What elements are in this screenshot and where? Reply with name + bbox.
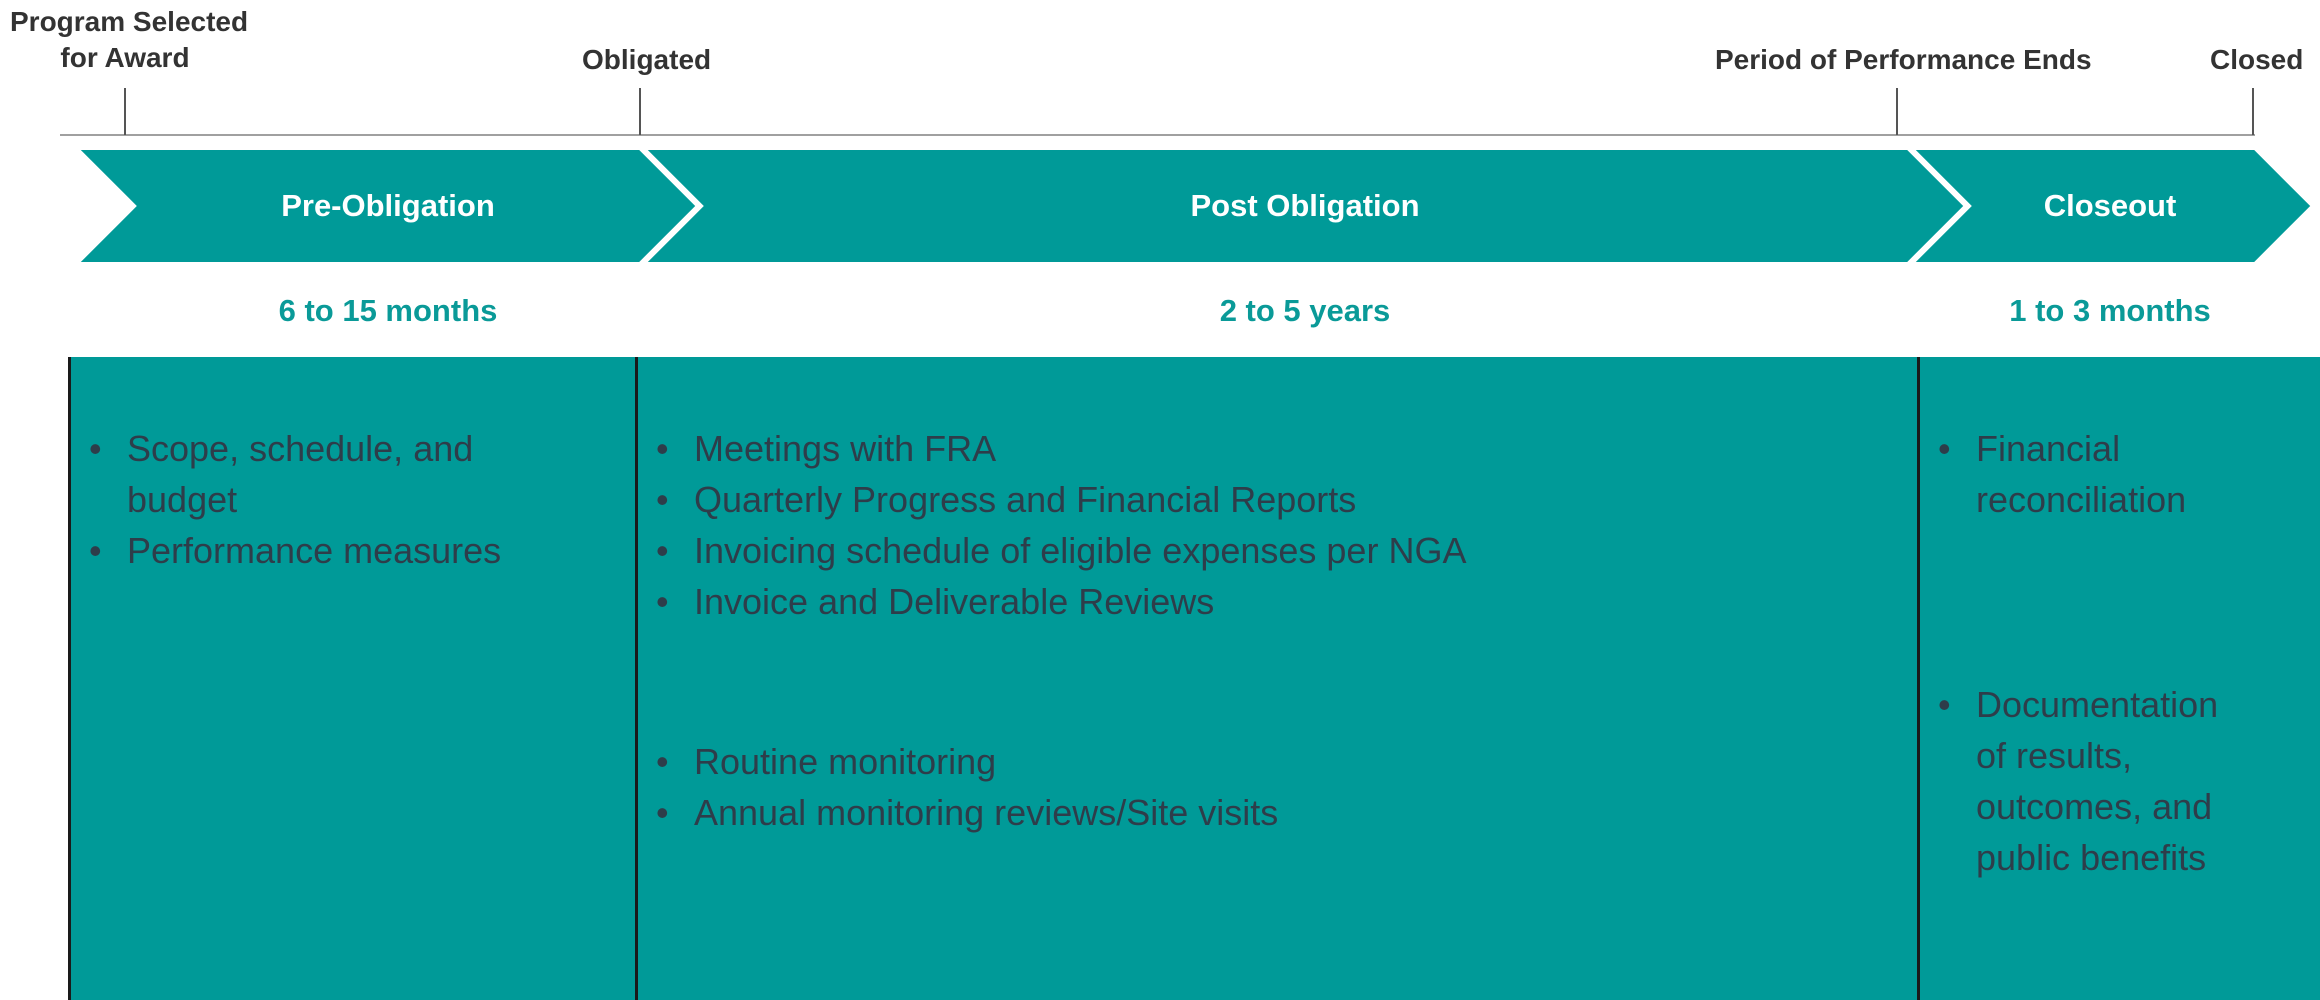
phase-label-pre-obligation: Pre-Obligation [281, 188, 495, 223]
list-item: Routine monitoring [656, 736, 1886, 787]
list-item: Quarterly Progress and Financial Reports [656, 474, 1886, 525]
list-item: Financial reconciliation [1938, 423, 2238, 525]
pre-obligation-list: Scope, schedule, and budget Performance … [89, 423, 589, 576]
list-item: Documentation of results, outcomes, and … [1938, 679, 2258, 883]
list-item: Invoice and Deliverable Reviews [656, 576, 1886, 627]
duration-post-obligation: 2 to 5 years [1219, 293, 1391, 328]
list-item: Meetings with FRA [656, 423, 1886, 474]
phase-label-closeout: Closeout [2043, 188, 2177, 223]
closeout-list-1: Financial reconciliation [1938, 423, 2238, 525]
post-obligation-list-1: Meetings with FRA Quarterly Progress and… [656, 423, 1886, 627]
panel-closeout: Financial reconciliation Documentation o… [1917, 357, 2320, 1000]
closeout-list-2: Documentation of results, outcomes, and … [1938, 679, 2258, 883]
list-item: Scope, schedule, and budget [89, 423, 589, 525]
list-item: Annual monitoring reviews/Site visits [656, 787, 1886, 838]
list-item: Performance measures [89, 525, 589, 576]
list-item: Invoicing schedule of eligible expenses … [656, 525, 1886, 576]
panel-pre-obligation: Scope, schedule, and budget Performance … [68, 357, 638, 1000]
duration-closeout: 1 to 3 months [2009, 293, 2211, 328]
duration-pre-obligation: 6 to 15 months [278, 293, 498, 328]
post-obligation-list-2: Routine monitoring Annual monitoring rev… [656, 736, 1886, 838]
phase-label-post-obligation: Post Obligation [1190, 188, 1420, 223]
panel-post-obligation: Meetings with FRA Quarterly Progress and… [638, 357, 1918, 1000]
